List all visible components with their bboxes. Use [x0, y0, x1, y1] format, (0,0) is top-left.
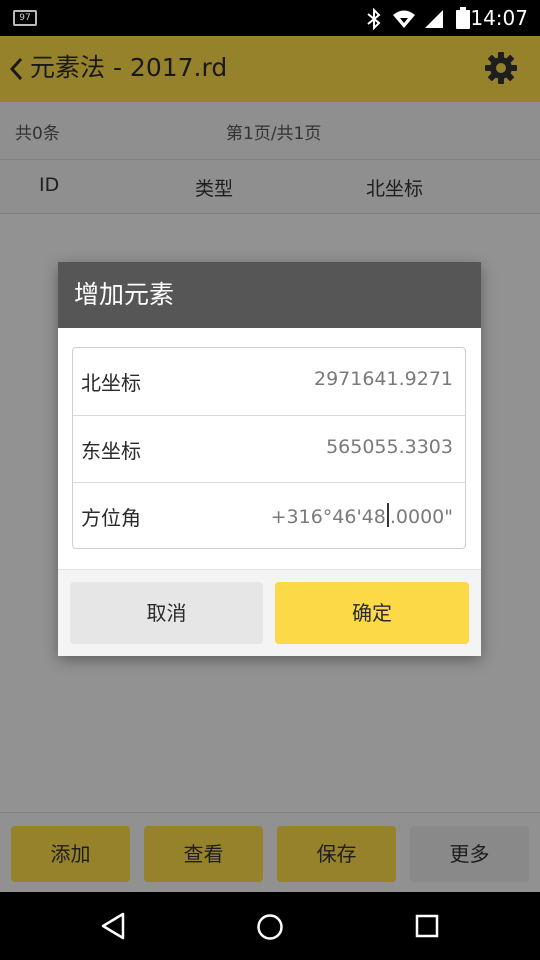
notification-icon: 97	[13, 10, 37, 26]
wifi-icon	[393, 10, 415, 28]
back-icon[interactable]	[100, 912, 126, 940]
east-coordinate-label: 东坐标	[81, 439, 141, 463]
north-coordinate-label: 北坐标	[81, 371, 141, 395]
north-coordinate-input[interactable]: 2971641.9271	[314, 368, 453, 390]
status-bar: 97 14:07	[0, 0, 540, 36]
battery-icon	[456, 7, 470, 29]
azimuth-row[interactable]: 方位角 +316°46'48.0000"	[73, 482, 465, 549]
east-coordinate-row[interactable]: 东坐标 565055.3303	[73, 415, 465, 482]
cancel-button[interactable]: 取消	[70, 582, 263, 644]
navigation-bar	[0, 892, 540, 960]
azimuth-input[interactable]: +316°46'48.0000"	[271, 503, 453, 528]
signal-icon	[425, 10, 443, 28]
dialog-title: 增加元素	[58, 262, 481, 328]
confirm-button[interactable]: 确定	[275, 582, 469, 644]
add-element-dialog: 增加元素 北坐标 2971641.9271 东坐标 565055.3303 方位…	[58, 262, 481, 656]
dialog-fields: 北坐标 2971641.9271 东坐标 565055.3303 方位角 +31…	[72, 347, 466, 549]
north-coordinate-row[interactable]: 北坐标 2971641.9271	[73, 348, 465, 415]
azimuth-label: 方位角	[81, 506, 141, 530]
text-cursor	[386, 503, 389, 527]
recents-icon[interactable]	[415, 914, 439, 938]
azimuth-value-before-cursor: +316°46'48	[270, 506, 386, 528]
bluetooth-icon	[367, 8, 381, 30]
azimuth-value-after-cursor: .0000"	[389, 506, 453, 528]
east-coordinate-input[interactable]: 565055.3303	[326, 436, 453, 458]
home-icon[interactable]	[256, 913, 284, 941]
dialog-footer: 取消 确定	[58, 569, 481, 656]
status-time: 14:07	[470, 6, 528, 30]
